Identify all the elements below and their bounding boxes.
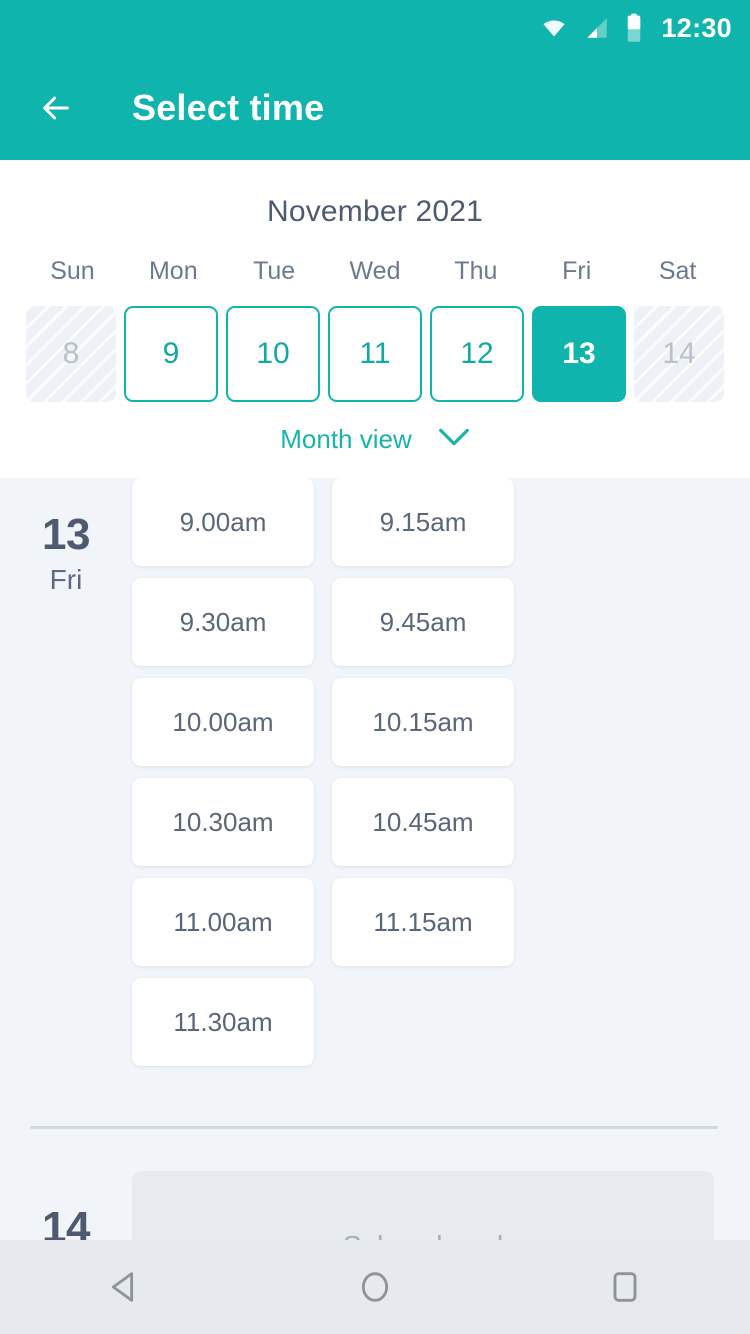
chevron-down-icon — [438, 427, 470, 452]
time-slot[interactable]: 10.15am — [332, 678, 514, 766]
month-view-label: Month view — [280, 424, 412, 454]
day-cell-11[interactable]: 11 — [328, 306, 422, 402]
day-section-number: 14 — [42, 1203, 90, 1240]
nav-home-button[interactable] — [330, 1256, 420, 1318]
day-cell-14: 14 — [634, 306, 724, 402]
nav-recents-button[interactable] — [580, 1256, 670, 1318]
wifi-icon — [539, 16, 569, 40]
month-view-toggle[interactable]: Month view — [0, 424, 750, 455]
day-section-number: 13 — [42, 510, 90, 559]
weekday-label: Wed — [349, 257, 401, 285]
day-cell-9[interactable]: 9 — [124, 306, 218, 402]
status-bar-clock: 12:30 — [661, 12, 732, 43]
status-bar: 12:30 — [0, 0, 750, 56]
weekday-label: Sat — [658, 257, 697, 285]
circle-home-icon — [361, 1272, 389, 1302]
day-cell-12[interactable]: 12 — [430, 306, 524, 402]
back-button[interactable] — [28, 80, 84, 136]
app-bar: Select time — [0, 56, 750, 160]
square-recents-icon — [613, 1272, 637, 1302]
back-arrow-icon — [43, 96, 69, 120]
page-title: Select time — [132, 87, 325, 128]
day-section-weekday: Fri — [49, 564, 83, 596]
time-slot[interactable]: 9.15am — [332, 478, 514, 566]
time-slot[interactable]: 11.15am — [332, 878, 514, 966]
time-slot[interactable]: 9.30am — [132, 578, 314, 666]
battery-icon — [625, 13, 643, 43]
day-section-14: 14 Sun Salon closed — [0, 1171, 750, 1240]
time-slot[interactable]: 10.30am — [132, 778, 314, 866]
nav-back-button[interactable] — [80, 1256, 170, 1318]
section-divider — [30, 1126, 718, 1129]
calendar-panel: November 2021 Sun Mon Tue Wed Thu Fri Sa… — [0, 160, 750, 478]
slots-scroll-area[interactable]: 13 Fri 9.00am 9.15am 9.30am 9.45am 10.00… — [0, 478, 750, 1240]
day-cell-10[interactable]: 10 — [226, 306, 320, 402]
time-slot[interactable]: 11.30am — [132, 978, 314, 1066]
day-strip: 8 9 10 11 12 13 14 — [0, 306, 750, 402]
android-nav-bar — [0, 1240, 750, 1334]
weekday-label: Mon — [148, 257, 198, 285]
time-slot-grid: 9.00am 9.15am 9.30am 9.45am 10.00am 10.1… — [132, 478, 750, 1078]
weekday-label: Fri — [562, 257, 592, 285]
time-slot[interactable]: 10.00am — [132, 678, 314, 766]
time-slot[interactable]: 9.45am — [332, 578, 514, 666]
day-cell-13[interactable]: 13 — [532, 306, 626, 402]
weekday-label: Thu — [454, 257, 498, 285]
screen-root: 12:30 Select time November 2021 Sun Mon … — [0, 0, 750, 1334]
day-section-13: 13 Fri 9.00am 9.15am 9.30am 9.45am 10.00… — [0, 478, 750, 1078]
weekday-header-row: Sun Mon Tue Wed Thu Fri Sat — [0, 257, 750, 286]
time-slot[interactable]: 11.00am — [132, 878, 314, 966]
signal-icon — [583, 15, 611, 41]
day-cell-8: 8 — [26, 306, 116, 402]
time-slot[interactable]: 10.45am — [332, 778, 514, 866]
weekday-label: Tue — [253, 257, 296, 285]
day-section-label: 13 Fri — [0, 478, 132, 1078]
day-section-label: 14 Sun — [0, 1171, 132, 1240]
month-title: November 2021 — [266, 195, 484, 228]
triangle-back-icon — [111, 1272, 134, 1302]
time-slot[interactable]: 9.00am — [132, 478, 314, 566]
salon-closed-card: Salon closed — [132, 1171, 714, 1240]
weekday-label: Sun — [50, 257, 95, 285]
